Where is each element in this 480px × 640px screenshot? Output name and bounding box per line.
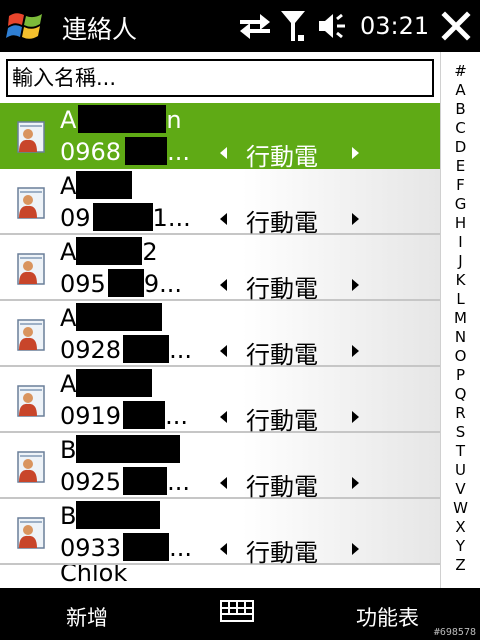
contact-name: B [60,501,161,530]
contact-card-icon [17,385,45,417]
phone-type-label: 行動電 [246,341,318,369]
contact-phone: 0919... [60,401,188,430]
contact-card-icon [17,253,45,285]
contact-name: B [60,435,181,464]
contact-phone: 09 1... [60,203,191,232]
contact-row[interactable]: A 09 1... 行動電 [0,169,440,237]
new-contact-softkey[interactable]: 新增 [66,602,108,632]
alphabet-index-letter[interactable]: G [441,195,480,214]
contact-phone: 0928... [60,335,192,364]
phone-type-label: 行動電 [246,539,318,567]
previous-number-icon[interactable] [220,477,227,489]
previous-number-icon[interactable] [220,147,227,159]
previous-number-icon[interactable] [220,411,227,423]
contact-name: An [60,105,182,134]
alphabet-index-letter[interactable]: A [441,81,480,100]
contact-row[interactable]: A 0919... 行動電 [0,367,440,435]
alphabet-index-letter[interactable]: V [441,480,480,499]
phone-type-label: 行動電 [246,143,318,171]
alphabet-index-letter[interactable]: U [441,461,480,480]
keyboard-icon[interactable] [220,600,254,622]
title-bar: 連絡人 03:21 [0,0,480,52]
contact-row-partial[interactable]: Chlok [0,565,440,585]
contact-name: A2 [60,237,158,266]
contact-phone: 0925... [60,467,190,496]
next-number-icon[interactable] [352,543,359,555]
volume-icon[interactable] [318,11,350,41]
search-box[interactable] [6,59,434,97]
close-icon[interactable] [440,10,472,42]
contact-row[interactable]: An 0968... 行動電 [0,103,440,171]
next-number-icon[interactable] [352,279,359,291]
next-number-icon[interactable] [352,411,359,423]
alphabet-index-letter[interactable]: Q [441,385,480,404]
contact-phone: 095 9... [60,269,182,298]
alphabet-index-letter[interactable]: X [441,518,480,537]
alphabet-index-letter[interactable]: S [441,423,480,442]
alphabet-index-letter[interactable]: L [441,290,480,309]
alphabet-index-letter[interactable]: H [441,214,480,233]
sync-icon[interactable] [238,12,272,40]
alphabet-index-letter[interactable]: P [441,366,480,385]
contact-list-screen: An 0968... 行動電 A 091... 行動電 [0,52,480,588]
alphabet-index-letter[interactable]: E [441,157,480,176]
previous-number-icon[interactable] [220,345,227,357]
alphabet-index-letter[interactable]: T [441,442,480,461]
contact-list[interactable]: An 0968... 行動電 A 09 1... 行動電 A 2 095 9..… [0,103,440,588]
next-number-icon[interactable] [352,147,359,159]
alphabet-index-letter[interactable]: J [441,252,480,271]
contact-name: Chlok [60,565,128,585]
contact-row[interactable]: B 0925... 行動電 [0,433,440,501]
search-input[interactable] [8,61,432,95]
alphabet-index[interactable]: # A B C D E F G H I J K L M N O P Q R S T U V W X Y Z [440,52,480,588]
contact-phone: 0933... [60,533,192,562]
alphabet-index-letter[interactable]: M [441,309,480,328]
contact-card-icon [17,121,45,153]
contact-name: A [60,369,153,398]
contact-phone: 0968... [60,137,190,166]
previous-number-icon[interactable] [220,213,227,225]
alphabet-index-letter[interactable]: C [441,119,480,138]
alphabet-index-letter[interactable]: I [441,233,480,252]
previous-number-icon[interactable] [220,543,227,555]
alphabet-index-letter[interactable]: W [441,499,480,518]
phone-type-label: 行動電 [246,473,318,501]
contact-name: A [60,303,163,332]
clock[interactable]: 03:21 [360,12,429,40]
next-number-icon[interactable] [352,345,359,357]
contact-row[interactable]: A 0928... 行動電 [0,301,440,369]
phone-type-label: 行動電 [246,275,318,303]
contact-card-icon [17,319,45,351]
alphabet-index-letter[interactable]: N [441,328,480,347]
alphabet-index-letter[interactable]: D [441,138,480,157]
phone-type-label: 行動電 [246,407,318,435]
contact-row[interactable]: A2 095 9... 行動電 [0,235,440,303]
next-number-icon[interactable] [352,477,359,489]
contact-card-icon [17,451,45,483]
alphabet-index-letter[interactable]: F [441,176,480,195]
alphabet-index-letter[interactable]: K [441,271,480,290]
alphabet-index-letter[interactable]: Y [441,537,480,556]
watermark: #698578 [433,627,476,638]
phone-type-label: 行動電 [246,209,318,237]
alphabet-index-letter[interactable]: B [441,100,480,119]
previous-number-icon[interactable] [220,279,227,291]
contact-row[interactable]: B 0933... 行動電 [0,499,440,567]
alphabet-index-letter[interactable]: Z [441,556,480,575]
contact-card-icon [17,187,45,219]
signal-icon[interactable] [280,9,306,43]
menu-softkey[interactable]: 功能表 [356,602,419,632]
softkey-bar: 新增 功能表 #698578 [0,588,480,640]
app-title: 連絡人 [62,15,138,44]
contact-card-icon [17,517,45,549]
alphabet-index-letter[interactable]: # [441,62,480,81]
alphabet-index-letter[interactable]: O [441,347,480,366]
alphabet-index-letter[interactable]: R [441,404,480,423]
contact-name: A [60,171,133,200]
next-number-icon[interactable] [352,213,359,225]
windows-start-icon[interactable] [6,8,46,44]
